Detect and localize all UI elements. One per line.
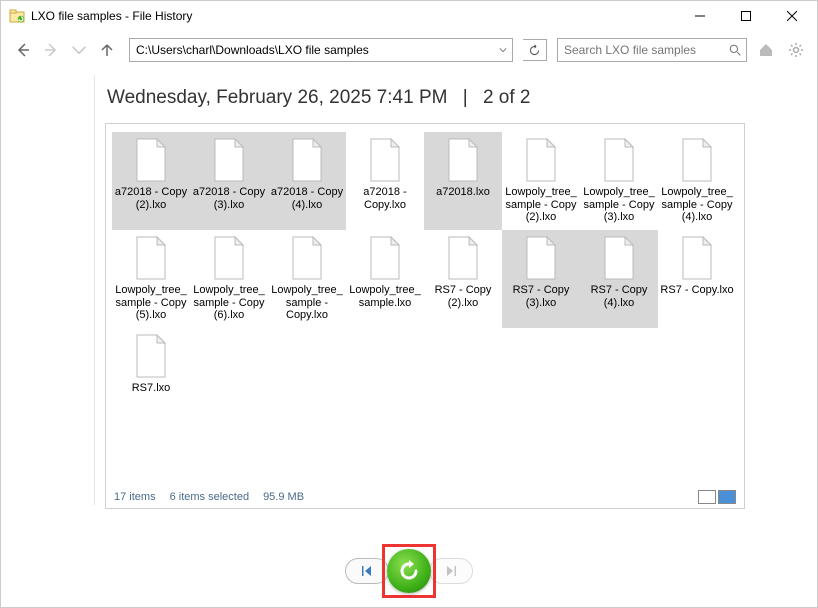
search-icon[interactable]	[725, 44, 746, 57]
previous-version-button[interactable]	[345, 558, 389, 584]
file-icon	[131, 136, 171, 184]
back-button[interactable]	[11, 38, 35, 62]
close-button[interactable]	[769, 1, 815, 31]
file-name: Lowpoly_tree_sample - Copy (4).lxo	[660, 186, 734, 224]
file-item[interactable]: a72018 - Copy (4).lxo	[268, 132, 346, 230]
address-bar	[129, 38, 513, 62]
restore-button[interactable]	[387, 549, 431, 593]
minimize-button[interactable]	[677, 1, 723, 31]
file-item[interactable]: RS7 - Copy (4).lxo	[580, 230, 658, 328]
file-name: a72018 - Copy (2).lxo	[114, 186, 188, 211]
maximize-button[interactable]	[723, 1, 769, 31]
file-item[interactable]: a72018 - Copy (3).lxo	[190, 132, 268, 230]
file-item[interactable]: Lowpoly_tree_sample - Copy (2).lxo	[502, 132, 580, 230]
file-icon	[365, 136, 405, 184]
forward-button[interactable]	[39, 38, 63, 62]
content-area: Wednesday, February 26, 2025 7:41 PM | 2…	[1, 69, 817, 509]
file-icon	[287, 234, 327, 282]
history-dropdown[interactable]	[67, 38, 91, 62]
file-item[interactable]: Lowpoly_tree_sample.lxo	[346, 230, 424, 328]
status-selection: 6 items selected	[170, 491, 249, 503]
file-icon	[287, 136, 327, 184]
file-name: Lowpoly_tree_sample - Copy (2).lxo	[504, 186, 578, 224]
file-icon	[131, 332, 171, 380]
file-item[interactable]: Lowpoly_tree_sample - Copy (4).lxo	[658, 132, 736, 230]
snapshot-position: 2 of 2	[483, 87, 531, 108]
file-name: RS7.lxo	[132, 382, 171, 395]
file-icon	[209, 234, 249, 282]
file-item[interactable]: RS7 - Copy.lxo	[658, 230, 736, 328]
status-count: 17 items	[114, 491, 156, 503]
file-name: Lowpoly_tree_sample - Copy (5).lxo	[114, 284, 188, 322]
file-item[interactable]: Lowpoly_tree_sample - Copy.lxo	[268, 230, 346, 328]
file-name: Lowpoly_tree_sample - Copy.lxo	[270, 284, 344, 322]
refresh-button[interactable]	[523, 39, 547, 61]
file-item[interactable]: RS7 - Copy (3).lxo	[502, 230, 580, 328]
home-icon[interactable]	[755, 39, 777, 61]
history-controls	[1, 549, 817, 593]
file-item[interactable]: a72018 - Copy (2).lxo	[112, 132, 190, 230]
address-dropdown[interactable]	[494, 39, 512, 61]
file-grid: a72018 - Copy (2).lxoa72018 - Copy (3).l…	[112, 132, 738, 400]
file-icon	[599, 234, 639, 282]
file-item[interactable]: Lowpoly_tree_sample - Copy (6).lxo	[190, 230, 268, 328]
file-icon	[209, 136, 249, 184]
file-item[interactable]: a72018.lxo	[424, 132, 502, 230]
file-name: a72018.lxo	[436, 186, 490, 199]
file-name: Lowpoly_tree_sample - Copy (3).lxo	[582, 186, 656, 224]
file-icon	[599, 136, 639, 184]
file-icon	[443, 234, 483, 282]
snapshot-heading: Wednesday, February 26, 2025 7:41 PM | 2…	[107, 87, 817, 109]
view-details-button[interactable]	[698, 490, 716, 504]
file-name: a72018 - Copy.lxo	[348, 186, 422, 211]
file-name: RS7 - Copy (4).lxo	[582, 284, 656, 309]
file-name: RS7 - Copy.lxo	[660, 284, 733, 297]
file-item[interactable]: a72018 - Copy.lxo	[346, 132, 424, 230]
file-icon	[677, 136, 717, 184]
file-icon	[131, 234, 171, 282]
search-box	[557, 38, 747, 62]
app-icon	[9, 8, 25, 24]
status-bar: 17 items 6 items selected 95.9 MB	[114, 490, 736, 504]
toolbar	[1, 31, 817, 69]
file-icon	[521, 234, 561, 282]
view-tiles-button[interactable]	[718, 490, 736, 504]
search-input[interactable]	[558, 43, 725, 57]
gear-icon[interactable]	[785, 39, 807, 61]
window-title: LXO file samples - File History	[31, 9, 677, 23]
file-item[interactable]: RS7 - Copy (2).lxo	[424, 230, 502, 328]
file-icon	[677, 234, 717, 282]
file-name: Lowpoly_tree_sample.lxo	[348, 284, 422, 309]
file-pane: a72018 - Copy (2).lxoa72018 - Copy (3).l…	[105, 123, 745, 509]
file-icon	[521, 136, 561, 184]
file-item[interactable]: RS7.lxo	[112, 328, 190, 401]
up-button[interactable]	[95, 38, 119, 62]
file-icon	[365, 234, 405, 282]
file-name: RS7 - Copy (3).lxo	[504, 284, 578, 309]
titlebar: LXO file samples - File History	[1, 1, 817, 31]
next-version-button[interactable]	[429, 558, 473, 584]
file-name: a72018 - Copy (3).lxo	[192, 186, 266, 211]
left-panel	[7, 75, 95, 505]
status-size: 95.9 MB	[263, 491, 304, 503]
file-name: Lowpoly_tree_sample - Copy (6).lxo	[192, 284, 266, 322]
file-item[interactable]: Lowpoly_tree_sample - Copy (3).lxo	[580, 132, 658, 230]
file-item[interactable]: Lowpoly_tree_sample - Copy (5).lxo	[112, 230, 190, 328]
snapshot-timestamp: Wednesday, February 26, 2025 7:41 PM	[107, 87, 447, 108]
file-name: a72018 - Copy (4).lxo	[270, 186, 344, 211]
address-input[interactable]	[130, 39, 494, 61]
file-icon	[443, 136, 483, 184]
file-name: RS7 - Copy (2).lxo	[426, 284, 500, 309]
